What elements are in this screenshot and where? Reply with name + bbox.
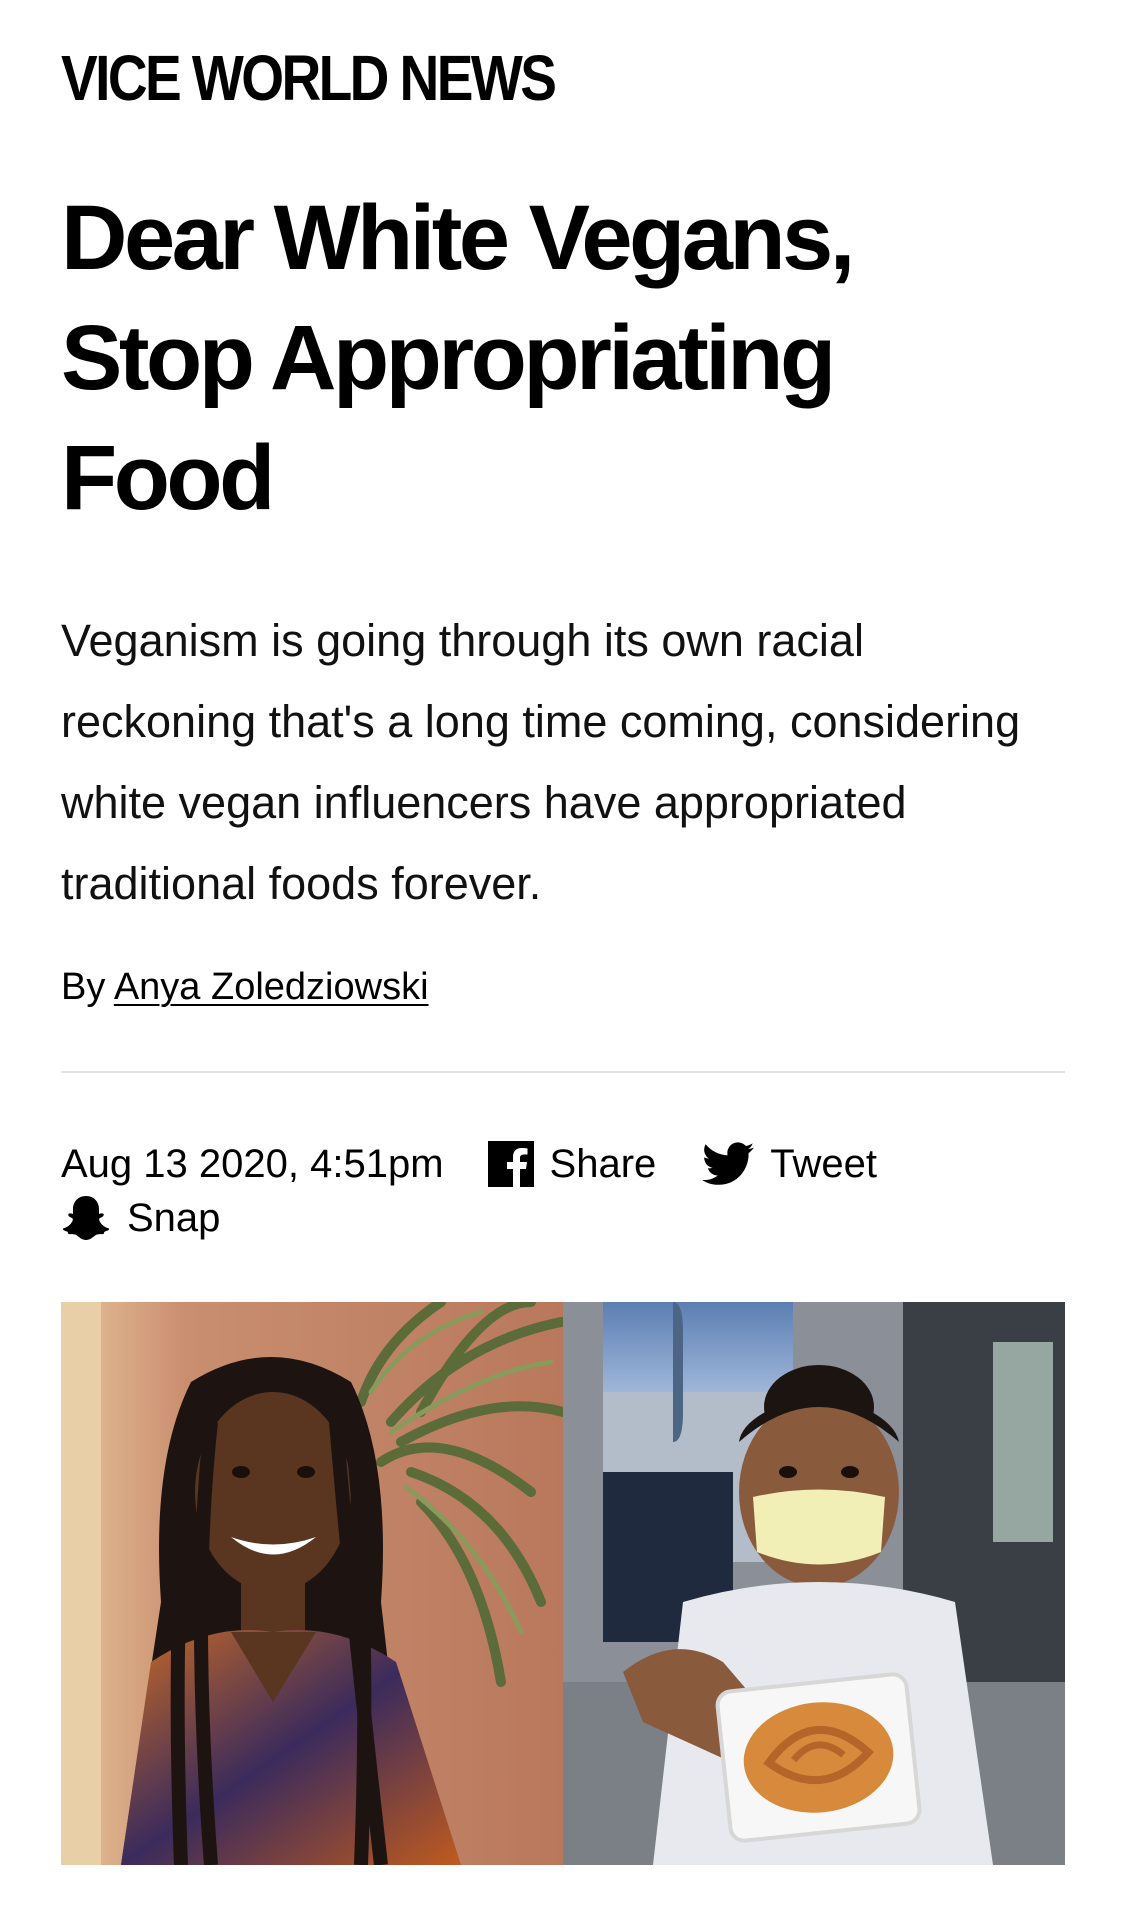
section-label[interactable]: VICE WORLD NEWS [61,38,557,118]
article-title-line: Food [61,427,275,529]
facebook-icon [487,1141,534,1187]
author-link[interactable]: Anya Zoledziowski [114,966,429,1008]
article-title: Dear White Vegans, Stop Appropriating Fo… [61,178,1065,538]
twitter-share-label: Tweet [770,1142,877,1186]
article-title-line: Dear White Vegans, [61,187,855,289]
byline: By Anya Zoledziowski [61,962,429,1012]
article-meta: Aug 13 2020, 4:51pm Share Tweet Snap [61,1137,1065,1245]
timestamp: Aug 13 2020, 4:51pm [61,1142,444,1186]
twitter-icon [702,1142,755,1186]
article-dek: Veganism is going through its own racial… [61,615,1021,909]
article-title-line: Stop Appropriating [61,307,836,409]
twitter-share-button[interactable]: Tweet [702,1137,877,1191]
hero-image [61,1302,1065,1865]
snapchat-icon [61,1194,111,1242]
snapchat-share-button[interactable]: Snap [61,1191,220,1245]
snapchat-share-label: Snap [127,1196,221,1240]
facebook-share-label: Share [549,1142,657,1186]
hero-image-right [563,1302,1065,1865]
divider [61,1071,1065,1073]
hero-image-left [61,1302,563,1865]
byline-prefix: By [61,966,106,1008]
facebook-share-button[interactable]: Share [487,1137,657,1191]
